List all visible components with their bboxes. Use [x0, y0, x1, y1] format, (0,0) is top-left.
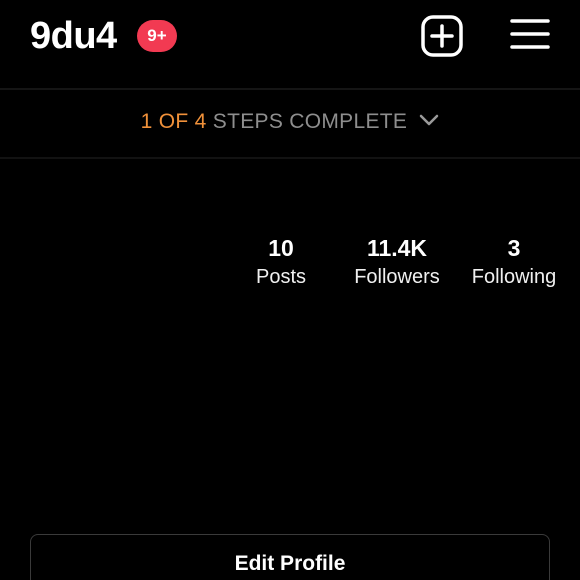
posts-label: Posts [255, 266, 307, 288]
following-count: 3 [507, 235, 521, 261]
chevron-down-icon [420, 115, 439, 126]
steps-progress-banner[interactable]: 1 OF 4 STEPS COMPLETE [0, 100, 580, 144]
followers-stat[interactable]: 11.4K Followers [340, 232, 454, 290]
followers-label: Followers [354, 266, 440, 288]
posts-count: 10 [268, 235, 294, 261]
following-label: Following [471, 266, 557, 288]
profile-header: 9du4 9+ [0, 0, 580, 88]
header-divider [0, 88, 580, 90]
banner-divider [0, 157, 580, 159]
plus-square-icon [421, 15, 463, 57]
following-stat[interactable]: 3 Following [462, 232, 566, 290]
hamburger-menu-icon [510, 19, 550, 49]
posts-stat[interactable]: 10 Posts [240, 232, 322, 290]
username-switcher[interactable]: 9du4 [30, 14, 117, 58]
edit-profile-button[interactable]: Edit Profile [30, 534, 550, 580]
followers-count: 11.4K [366, 235, 428, 261]
profile-screen: 9du4 9+ 1 OF 4 STEPS COMPLETE 10 Posts 1… [0, 0, 580, 580]
steps-complete-label: STEPS COMPLETE [212, 110, 408, 133]
menu-button[interactable] [510, 16, 550, 52]
steps-completed-count: 1 OF 4 [140, 110, 207, 133]
new-post-button[interactable] [421, 15, 463, 57]
notification-badge[interactable]: 9+ [137, 20, 177, 52]
